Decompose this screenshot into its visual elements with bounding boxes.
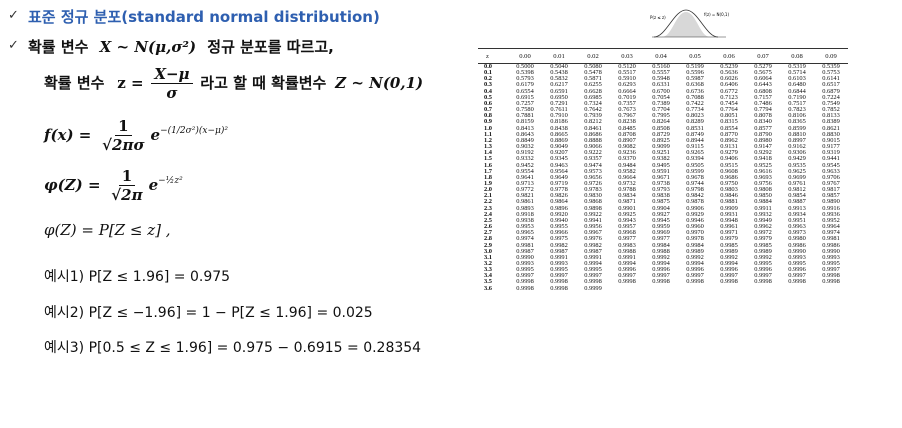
pdf-base: e bbox=[150, 125, 161, 144]
z-table-column-header: 0.07 bbox=[746, 48, 780, 64]
z-table-column-header: 0.01 bbox=[542, 48, 576, 64]
phi-fraction: 1 √2π bbox=[108, 168, 145, 204]
phi-cdf: φ(Z) = P[Z ≤ z] , bbox=[44, 221, 171, 239]
pdf-denominator: √2πσ bbox=[102, 135, 145, 154]
phi-exponent: −½z² bbox=[158, 175, 183, 186]
z-table-cell bbox=[712, 286, 746, 292]
z-table-column-header: 0.03 bbox=[610, 48, 644, 64]
subtitle-prefix: 확률 변수 bbox=[28, 38, 89, 56]
standardize-fraction: X−μ σ bbox=[151, 66, 193, 102]
check-icon: ✓ bbox=[8, 8, 19, 23]
normal-curve-illustration: P(z ≤ z) f(z) = N(0,1) bbox=[650, 9, 729, 38]
z-table-column-header: 0.06 bbox=[712, 48, 746, 64]
z-table-body: 0.0 0.5000 0.5040 0.5080 0.5120 0.5160 0.5199 0… bbox=[478, 63, 848, 292]
z-table-cell bbox=[644, 286, 678, 292]
standardize-numerator: X−μ bbox=[151, 66, 193, 84]
z-table-corner: z bbox=[478, 48, 508, 64]
z-table-cell bbox=[746, 286, 780, 292]
subtitle-var: X ~ N(μ,σ²) bbox=[99, 38, 197, 56]
z-table-cell: 0.9999 bbox=[584, 284, 602, 292]
z-table: z 0.00 0.01 0.02 0.03 0.04 0.05 0.06 0.07 0.08 0.0… bbox=[478, 48, 848, 292]
curve-label-left: P(z ≤ z) bbox=[650, 15, 666, 20]
pdf-lhs: f(x) = bbox=[44, 125, 92, 144]
z-row-label: 3.6 bbox=[484, 284, 492, 292]
table-row: 3.6 0.9998 0.9998 0.9999 bbox=[478, 284, 848, 292]
pdf-fraction: 1 √2πσ bbox=[99, 118, 147, 154]
pdf-numerator: 1 bbox=[115, 118, 132, 136]
subtitle-suffix: 정규 분포를 따르고, bbox=[207, 38, 334, 56]
z-table-container: z 0.00 0.01 0.02 0.03 0.04 0.05 0.06 0.07 0.08 0.0… bbox=[478, 48, 858, 408]
z-table-cell bbox=[678, 286, 712, 292]
phi-denominator: √2π bbox=[111, 185, 143, 204]
z-table-column-header: 0.02 bbox=[576, 48, 610, 64]
z-row-label: 0.0 bbox=[484, 63, 492, 70]
z-table-cell: 0.9998 bbox=[516, 284, 534, 292]
standardize-lhs: z = bbox=[117, 73, 144, 92]
z-table-cell bbox=[814, 286, 848, 292]
standardize-denominator: σ bbox=[166, 83, 178, 102]
subtitle-line: 확률 변수 X ~ N(μ,σ²) 정규 분포를 따르고, bbox=[28, 36, 334, 57]
z-table-column-header: 0.00 bbox=[508, 48, 542, 64]
pdf-formula: f(x) = 1 √2πσ e−(1/2σ²)(x−μ)² bbox=[44, 118, 228, 154]
z-table-column-header: 0.04 bbox=[644, 48, 678, 64]
z-table-column-header: 0.09 bbox=[814, 48, 848, 64]
standardize-formula: 확률 변수 z = X−μ σ 라고 할 때 확률변수 Z ~ N(0,1) bbox=[44, 66, 423, 102]
z-table-header: z 0.00 0.01 0.02 0.03 0.04 0.05 0.06 0.07 0.08 0.0… bbox=[478, 48, 848, 64]
standardize-prefix: 확률 변수 bbox=[44, 73, 105, 92]
example-3: 예시3) P[0.5 ≤ Z ≤ 1.96] = 0.975 − 0.6915 … bbox=[44, 340, 422, 356]
z-table-cell bbox=[780, 286, 814, 292]
check-icon: ✓ bbox=[8, 38, 19, 53]
phi-lhs: φ(Z) = bbox=[44, 175, 101, 194]
pdf-exponent: −(1/2σ²)(x−μ)² bbox=[160, 125, 228, 136]
phi-formula: φ(Z) = 1 √2π e−½z² bbox=[44, 168, 183, 204]
page-title: 표준 정규 분포(standard normal distribution) bbox=[28, 8, 380, 26]
phi-base: e bbox=[148, 175, 159, 194]
z-table-cell bbox=[610, 286, 644, 292]
curve-label-right: f(z) = N(0,1) bbox=[704, 12, 729, 17]
z-table-cell: 0.9998 bbox=[550, 284, 568, 292]
standardize-rhs: Z ~ N(0,1) bbox=[335, 73, 424, 92]
z-table-column-header: 0.08 bbox=[780, 48, 814, 64]
example-1: 예시1) P[Z ≤ 1.96] = 0.975 bbox=[44, 269, 231, 285]
z-table-column-header: 0.05 bbox=[678, 48, 712, 64]
phi-numerator: 1 bbox=[118, 168, 136, 186]
standardize-middle: 라고 할 때 확률변수 bbox=[200, 73, 327, 92]
example-2: 예시2) P[Z ≤ −1.96] = 1 − P[Z ≤ 1.96] = 0.… bbox=[44, 305, 373, 321]
